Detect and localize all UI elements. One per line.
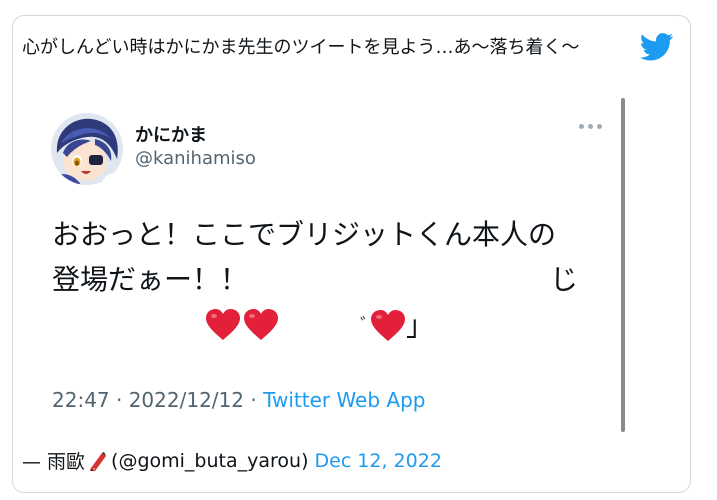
user-handle[interactable]: @kanihamiso [135,148,256,169]
dot [597,124,602,129]
closing-quote: 」 [406,309,435,342]
red-heart-emoji [206,309,240,340]
quoted-tweet-text-line-2: 登場だぁー！！ [52,263,249,296]
embed-attribution: — 雨歐 (@gomi_buta_yarou) Dec 12, 2022 [22,447,442,474]
red-heart-emoji [371,310,405,341]
display-name[interactable]: かにかま [135,121,207,147]
red-heart-emoji [244,309,278,340]
text-fragment-mark: ﾞ [360,314,370,338]
closed-umbrella-emoji [90,451,107,471]
source-link[interactable]: Twitter Web App [263,388,425,412]
heart-emojis [205,308,279,342]
timestamp[interactable]: 22:47 · 2022/12/12 · [52,388,263,412]
author-name: — 雨歐 [22,451,86,473]
quoted-tweet-text-tail: じ [550,263,579,296]
quote-bar [621,98,625,432]
avatar[interactable] [51,113,123,185]
more-dots-icon[interactable] [579,124,602,129]
tweet-meta: 22:47 · 2022/12/12 · Twitter Web App [52,388,425,412]
dot [588,124,593,129]
embedded-tweet-card [12,15,691,493]
avatar-illustration [51,113,123,185]
dot [579,124,584,129]
twitter-bird-icon[interactable] [640,33,674,61]
quoted-tweet-text-line-1: おおっと！ここでブリジットくん本人の [52,218,557,251]
author-handle[interactable]: (@gomi_buta_yarou) [111,450,308,472]
tweet-text: 心がしんどい時はかにかま先生のツイートを見よう…あ〜落ち着く〜 [22,37,580,58]
tweet-date-link[interactable]: Dec 12, 2022 [315,450,442,472]
quoted-tweet-text-fragment: ﾞ 」 [360,308,434,344]
